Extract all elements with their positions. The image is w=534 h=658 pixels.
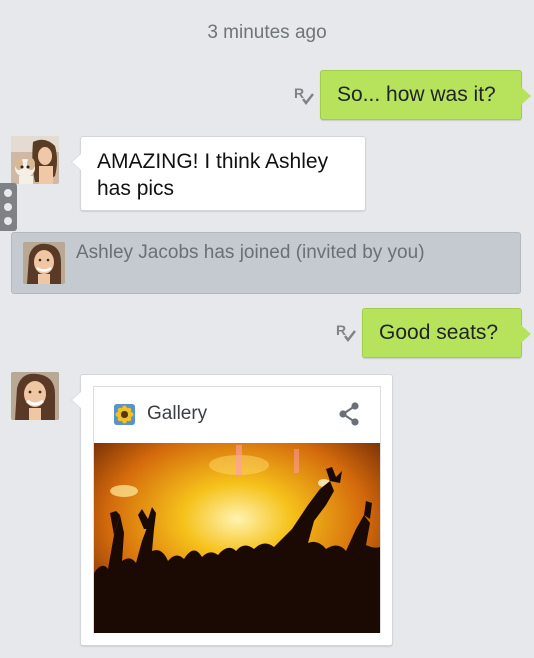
svg-text:R: R bbox=[336, 322, 346, 338]
card-header: Gallery bbox=[94, 387, 380, 442]
message-text: So... how was it? bbox=[337, 83, 496, 106]
conversation-timestamp: 3 minutes ago bbox=[207, 22, 327, 43]
outgoing-message[interactable]: So... how was it? bbox=[320, 70, 531, 120]
svg-text:R: R bbox=[294, 85, 304, 101]
participant-joined-notice: Ashley Jacobs has joined (invited by you… bbox=[11, 232, 521, 294]
share-icon[interactable] bbox=[336, 401, 362, 427]
read-receipt-icon: R bbox=[336, 322, 356, 342]
handle-dot-icon bbox=[4, 203, 12, 211]
read-receipt-icon: R bbox=[294, 85, 314, 105]
card-content: Gallery bbox=[93, 386, 381, 633]
concert-crowd-photo[interactable] bbox=[94, 443, 380, 633]
message-text: Good seats? bbox=[379, 321, 499, 344]
handle-dot-icon bbox=[4, 189, 12, 197]
incoming-message[interactable]: AMAZING! I think Ashley has pics bbox=[71, 136, 366, 211]
shared-photo-card[interactable]: Gallery bbox=[71, 374, 393, 646]
gallery-sunflower-icon bbox=[114, 404, 135, 425]
side-panel-handle[interactable] bbox=[0, 183, 17, 231]
gallery-app-label: Gallery bbox=[147, 403, 208, 424]
contact-avatar[interactable] bbox=[11, 136, 59, 184]
message-text: AMAZING! I think Ashley has pics bbox=[97, 150, 329, 200]
outgoing-message[interactable]: Good seats? bbox=[362, 308, 531, 358]
handle-dot-icon bbox=[4, 217, 12, 225]
system-event-text: Ashley Jacobs has joined (invited by you… bbox=[76, 242, 425, 263]
participant-avatar[interactable] bbox=[23, 242, 65, 284]
participant-avatar[interactable] bbox=[11, 372, 59, 420]
